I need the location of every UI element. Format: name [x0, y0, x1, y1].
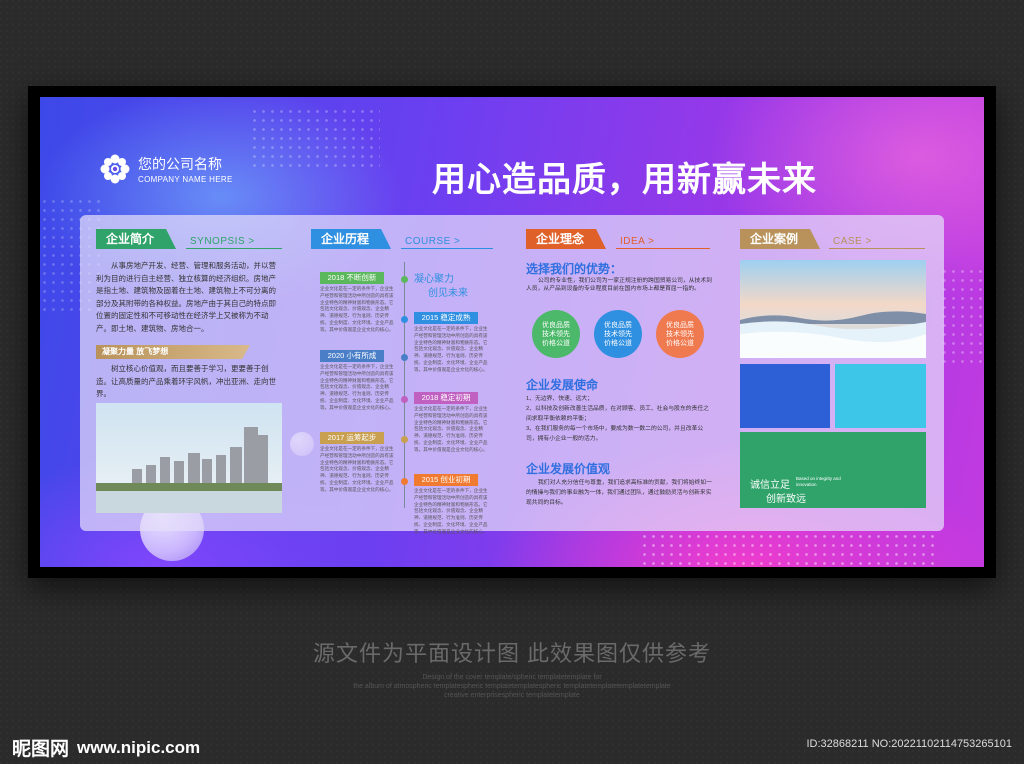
case-motto-english: Based on integrity and innovation [796, 476, 841, 487]
site-name-cn: 昵图网 [12, 738, 70, 760]
synopsis-paragraph: 从事房地产开发、经营、管理和服务活动，并以营利为目的进行自主经营、独立核算的经济… [96, 261, 276, 333]
timeline-item-text: 企业文化是在一定的条件下，企业生产经营和管理活动中所创造的具有该企业特色的精神财… [414, 326, 488, 372]
advantage-circle-2: 优良品质 技术领先 价格公道 [594, 310, 642, 358]
synopsis-tag-english: SYNOPSIS > [190, 236, 255, 247]
mission-list: 1、无边界、快速、远大； 2、以科技及创新改善生活品质，在对顾客、员工、社会与股… [526, 394, 712, 444]
timeline-year-2017: 2017 运筹起步 [320, 432, 384, 444]
timeline-item-text: 企业文化是在一定的条件下，企业生产经营和管理活动中所创造的具有该企业特色的精神财… [320, 364, 394, 410]
timeline-dot [401, 354, 408, 361]
timeline-dot [401, 396, 408, 403]
circle-line: 技术领先 [604, 330, 632, 338]
case-motto-line-2: 创新致远 [766, 494, 806, 505]
advantages-heading: 选择我们的优势： [526, 262, 623, 276]
timeline-item-text: 企业文化是在一定的条件下，企业生产经营和管理活动中所创造的具有该企业特色的精神财… [414, 488, 488, 534]
company-logo: 您的公司名称 COMPANY NAME HERE [98, 152, 233, 186]
image-id-text: ID:32868211 NO:20221102114753265101 [806, 738, 1012, 750]
timeline-dot [401, 276, 408, 283]
divider [829, 248, 925, 249]
mission-heading: 企业发展使命 [526, 378, 599, 392]
mission-item: 2、以科技及创新改善生活品质，在对顾客、员工、社会与股东的责任之间求取平衡依赖的… [526, 406, 709, 422]
course-tag-english: COURSE > [405, 236, 461, 247]
circle-line: 价格公道 [666, 339, 694, 347]
timeline-year-2015-mature: 2015 稳定成熟 [414, 312, 478, 324]
timeline-item-text: 企业文化是在一定的条件下，企业生产经营和管理活动中所创造的具有该企业特色的精神财… [320, 446, 394, 492]
mission-item: 1、无边界、快速、远大； [526, 396, 593, 402]
timeline-dot [401, 436, 408, 443]
mission-item: 3、在我们服务的每一个市场中，要成为数一数二的公司，并且改革公司，拥有小企业一般… [526, 426, 704, 442]
case-motto-line-1: 诚信立足 [750, 480, 790, 491]
divider [616, 248, 710, 249]
footer-english-line-1: Design of the cover template/spheric tem… [422, 674, 602, 681]
footer-english-line-3: creative enterprisespheric templatetempl… [444, 692, 580, 699]
timeline-item-text: 企业文化是在一定的条件下，企业生产经营和管理活动中所创造的具有该企业特色的精神财… [414, 406, 488, 452]
timeline-dot [401, 478, 408, 485]
case-block-cyan [835, 364, 926, 428]
dot-pattern [250, 107, 380, 167]
synopsis-subtitle: 凝聚力量 放飞梦想 [96, 345, 250, 359]
values-text: 我们对人充分信任与尊重，我们追求高标准的贡献，我们将始终如一的情操与我们的事业融… [526, 480, 712, 506]
timeline-year-2020: 2020 小有所成 [320, 350, 384, 362]
company-name-english: COMPANY NAME HERE [138, 175, 233, 184]
preview-notice: 源文件为平面设计图 此效果图仅供参考 [312, 641, 712, 666]
course-motto-line-1: 凝心聚力 [414, 274, 454, 285]
company-name: 您的公司名称 [138, 156, 222, 172]
case-tag: 企业案例 [740, 229, 820, 249]
cloud-sea-photo [740, 260, 926, 358]
dot-pattern [640, 532, 940, 567]
city-skyline-photo [96, 403, 282, 513]
divider [186, 248, 282, 249]
timeline-year-2018-innovation: 2018 不断创新 [320, 272, 384, 284]
case-tag-english: CASE > [833, 236, 872, 247]
advantage-circle-1: 优良品质 技术领先 价格公道 [532, 310, 580, 358]
circle-line: 优良品质 [542, 321, 570, 329]
timeline-year-2018-stable: 2018 稳定初期 [414, 392, 478, 404]
timeline-year-2015-startup: 2015 创业初期 [414, 474, 478, 486]
course-motto-line-2: 创见未来 [428, 288, 468, 299]
course-tag: 企业历程 [311, 229, 391, 249]
idea-tag-english: IDEA > [620, 236, 655, 247]
timeline-axis [404, 262, 405, 508]
site-url: www.nipic.com [77, 737, 201, 757]
slogan-title: 用心造品质，用新赢未来 [432, 161, 817, 199]
flower-logo-icon [100, 154, 130, 184]
advantage-circle-3: 优良品质 技术领先 价格公道 [656, 310, 704, 358]
circle-line: 优良品质 [604, 321, 632, 329]
footer-english-line-2: the album of atmospheric templatespheric… [353, 683, 671, 690]
advantages-text: 公司的专业性，我们公司为一家正规注册的跨国贸易公司，从技术到人员，从产品到设备的… [526, 278, 712, 292]
case-block-blue [740, 364, 830, 428]
circle-line: 价格公道 [542, 339, 570, 347]
timeline-item-text: 企业文化是在一定的条件下，企业生产经营和管理活动中所创造的具有该企业特色的精神财… [320, 286, 394, 332]
timeline-dot [401, 316, 408, 323]
values-heading: 企业发展价值观 [526, 462, 611, 476]
dot-pattern [940, 267, 984, 367]
circle-line: 优良品质 [666, 321, 694, 329]
circle-line: 技术领先 [542, 330, 570, 338]
site-watermark: 昵图网 www.nipic.com [12, 734, 200, 761]
circle-line: 技术领先 [666, 330, 694, 338]
synopsis-tag: 企业简介 [96, 229, 176, 249]
divider [401, 248, 493, 249]
idea-tag: 企业理念 [526, 229, 606, 249]
circle-line: 价格公道 [604, 339, 632, 347]
synopsis-sub-paragraph: 树立核心价值观，而且要善于学习，更要善于创造。让高质量的产品乘着环宇风帆，冲出亚… [96, 364, 276, 398]
